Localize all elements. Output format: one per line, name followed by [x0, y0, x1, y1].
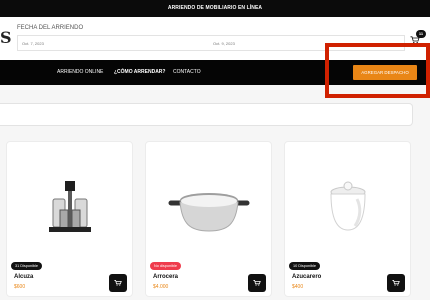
product-name[interactable]: Alcuza [14, 274, 33, 280]
product-name[interactable]: Arrocera [153, 274, 178, 280]
nav-como-arrendar[interactable]: ¿CÓMO ARRENDAR? [114, 69, 165, 75]
search-bar[interactable] [0, 103, 413, 126]
brand-logo[interactable]: S [0, 28, 12, 47]
cart-count-badge: 11 [416, 30, 426, 38]
cruet-set-image [49, 181, 91, 232]
add-to-cart-button[interactable] [109, 274, 127, 292]
rental-date-label: FECHA DEL ARRIENDO [17, 25, 84, 31]
product-card[interactable]: 10 Disponible Azucarero $400 [284, 141, 411, 297]
cooking-pot-image [168, 193, 250, 232]
availability-badge: 10 Disponible [289, 262, 321, 270]
availability-badge: No disponible [150, 262, 182, 270]
cart-icon [392, 280, 400, 286]
availability-badge: 31 Disponible [11, 262, 43, 270]
start-date[interactable]: Oct. 7, 2023 [22, 41, 44, 46]
cart-icon [253, 280, 261, 286]
nav-contacto[interactable]: CONTACTO [173, 69, 201, 75]
product-name[interactable]: Azucarero [292, 274, 321, 280]
product-card[interactable]: 31 Disponible Alcuza $600 [6, 141, 133, 297]
product-card[interactable]: No disponible Arrocera $4.000 [145, 141, 272, 297]
add-to-cart-button[interactable] [248, 274, 266, 292]
announcement-bar: ARRIENDO DE MOBILIARIO EN LÍNEA [0, 0, 430, 17]
cart-icon [114, 280, 122, 286]
product-price: $400 [292, 284, 304, 290]
add-to-cart-button[interactable] [387, 274, 405, 292]
product-price: $600 [14, 284, 26, 290]
highlight-box [325, 43, 430, 98]
end-date[interactable]: Oct. 9, 2023 [213, 41, 235, 46]
sugar-bowl-image [330, 181, 366, 231]
product-price: $4.000 [153, 284, 169, 290]
nav-arriendo-online[interactable]: ARRIENDO ONLINE [57, 69, 103, 75]
announcement-text: ARRIENDO DE MOBILIARIO EN LÍNEA [167, 5, 263, 11]
